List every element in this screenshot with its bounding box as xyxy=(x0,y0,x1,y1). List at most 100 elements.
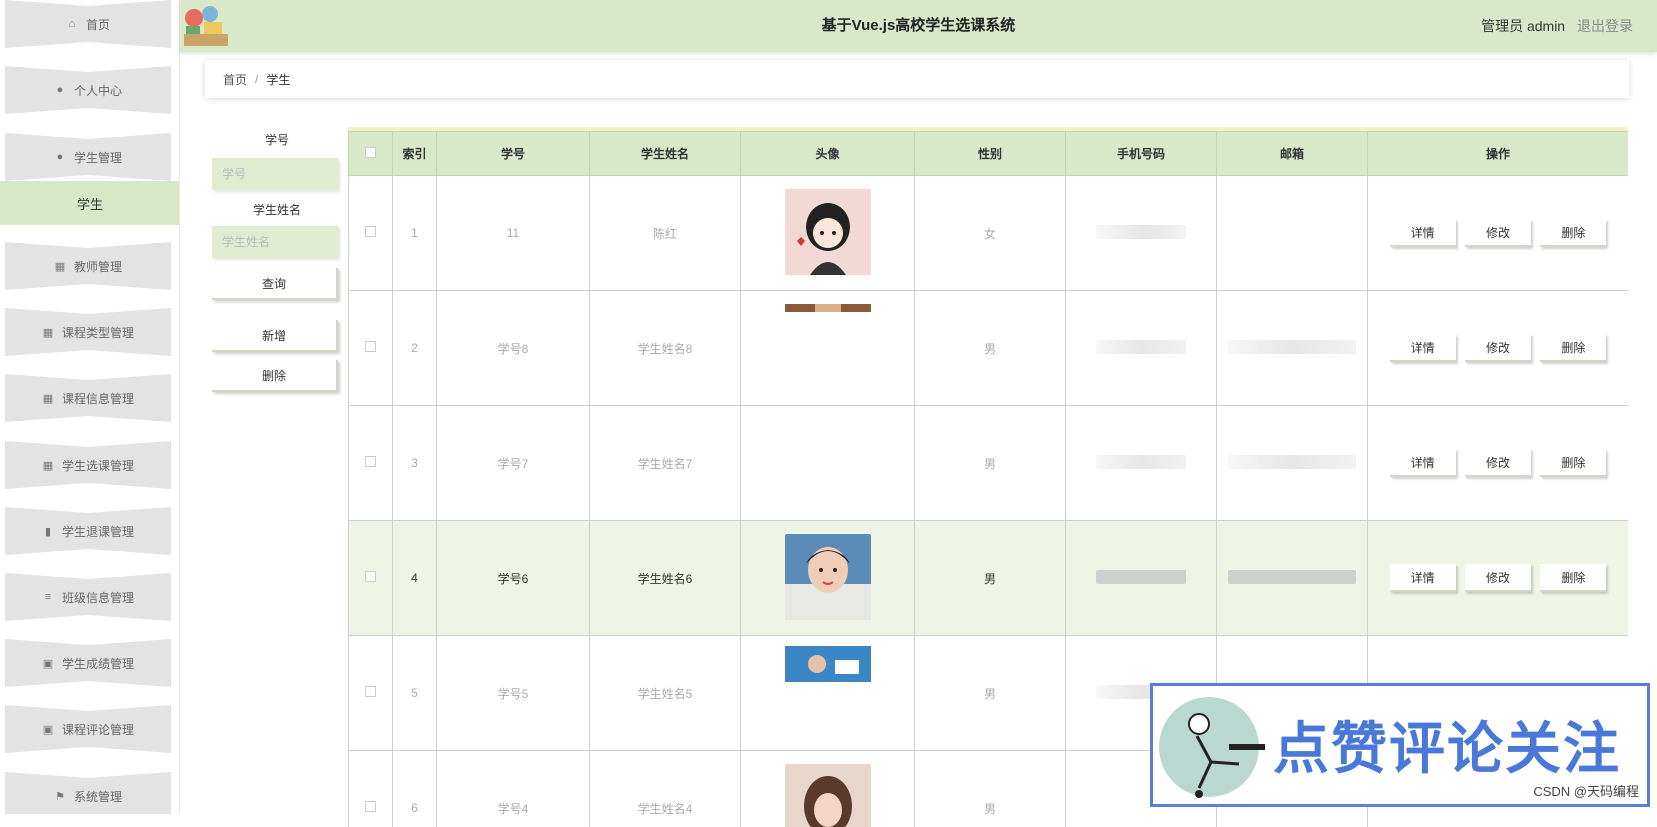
sidebar-item-home[interactable]: ⌂ 首页 xyxy=(5,0,171,48)
actions-cell: 详情 修改 删除 xyxy=(1368,521,1629,636)
avatar-cell xyxy=(741,751,915,827)
row-select-cell[interactable] xyxy=(349,406,393,521)
sidebar-item-label: 教师管理 xyxy=(74,258,122,275)
person-at-desk-icon xyxy=(1159,692,1269,802)
sidebar-item-course-type[interactable]: ▦ 课程类型管理 xyxy=(5,308,171,356)
actions-cell: 详情 修改 删除 xyxy=(1368,176,1629,291)
sidebar-item-course-selection[interactable]: ▦ 学生选课管理 xyxy=(5,441,171,489)
grid-icon: ▦ xyxy=(54,260,66,272)
row-checkbox[interactable] xyxy=(365,341,376,352)
avatar xyxy=(785,189,871,275)
student-name-label: 学生姓名 xyxy=(212,200,342,220)
row-checkbox[interactable] xyxy=(365,456,376,467)
sidebar-item-teacher-management[interactable]: ▦ 教师管理 xyxy=(5,242,171,290)
avatar xyxy=(785,764,871,827)
breadcrumb: 首页 / 学生 xyxy=(205,60,1629,98)
row-select-cell[interactable] xyxy=(349,521,393,636)
sidebar-item-system[interactable]: ⚑ 系统管理 xyxy=(5,772,171,814)
breadcrumb-home[interactable]: 首页 xyxy=(223,71,247,88)
detail-button[interactable]: 详情 xyxy=(1390,564,1456,592)
delete-row-button[interactable]: 删除 xyxy=(1540,449,1606,477)
delete-row-button[interactable]: 删除 xyxy=(1540,334,1606,362)
delete-row-button[interactable]: 删除 xyxy=(1540,564,1606,592)
query-button[interactable]: 查询 xyxy=(212,268,338,300)
phone-cell xyxy=(1066,521,1217,636)
edit-button[interactable]: 修改 xyxy=(1465,564,1531,592)
student-id-input[interactable]: 学号 xyxy=(212,158,338,190)
index-cell: 1 xyxy=(393,176,437,291)
row-select-cell[interactable] xyxy=(349,291,393,406)
select-all-checkbox[interactable] xyxy=(365,147,376,158)
home-icon: ⌂ xyxy=(66,18,78,30)
sidebar-item-label: 课程评论管理 xyxy=(62,721,134,738)
sidebar-subitem-student[interactable]: 学生 xyxy=(0,181,180,225)
sidebar-subitem-label: 学生 xyxy=(77,194,103,213)
edit-button[interactable]: 修改 xyxy=(1465,334,1531,362)
select-all-cell[interactable] xyxy=(349,132,393,176)
sidebar-item-label: 系统管理 xyxy=(74,788,122,805)
sidebar-item-course-info[interactable]: ▦ 课程信息管理 xyxy=(5,374,171,422)
row-checkbox[interactable] xyxy=(365,686,376,697)
blurred-phone xyxy=(1096,570,1186,584)
sidebar-item-label: 学生退课管理 xyxy=(62,523,134,540)
student-name-cell: 学生姓名5 xyxy=(590,636,741,751)
user-name: 管理员 admin xyxy=(1481,18,1565,34)
blurred-email xyxy=(1228,570,1356,584)
student-id-cell: 学号6 xyxy=(437,521,590,636)
add-button[interactable]: 新增 xyxy=(212,320,338,352)
delete-row-button[interactable]: 删除 xyxy=(1540,219,1606,247)
user-icon: ● xyxy=(54,84,66,96)
phone-cell xyxy=(1066,406,1217,521)
column-header: 索引 xyxy=(393,132,437,176)
row-select-cell[interactable] xyxy=(349,751,393,827)
student-id-cell: 学号4 xyxy=(437,751,590,827)
detail-button[interactable]: 详情 xyxy=(1390,449,1456,477)
edit-button[interactable]: 修改 xyxy=(1465,449,1531,477)
promo-text: 点赞评论关注 xyxy=(1273,704,1621,785)
row-checkbox[interactable] xyxy=(365,571,376,582)
sidebar-item-comments[interactable]: ▣ 课程评论管理 xyxy=(5,705,171,753)
index-cell: 5 xyxy=(393,636,437,751)
email-cell xyxy=(1217,521,1368,636)
sidebar-item-profile[interactable]: ● 个人中心 xyxy=(5,66,171,114)
phone-cell xyxy=(1066,291,1217,406)
table-row: 2 学号8 学生姓名8 男 详情 修改 删除 xyxy=(349,291,1629,406)
sidebar-item-grades[interactable]: ▣ 学生成绩管理 xyxy=(5,639,171,687)
student-name-cell: 学生姓名6 xyxy=(590,521,741,636)
sidebar-item-student-management[interactable]: ● 学生管理 xyxy=(5,133,171,181)
actions-cell: 详情 修改 删除 xyxy=(1368,406,1629,521)
row-checkbox[interactable] xyxy=(365,226,376,237)
grid-icon: ▦ xyxy=(42,459,54,471)
gender-cell: 男 xyxy=(915,636,1066,751)
row-select-cell[interactable] xyxy=(349,176,393,291)
avatar xyxy=(785,646,871,682)
phone-cell xyxy=(1066,176,1217,291)
actions-cell: 详情 修改 删除 xyxy=(1368,291,1629,406)
avatar xyxy=(785,304,871,312)
email-cell xyxy=(1217,176,1368,291)
detail-button[interactable]: 详情 xyxy=(1390,219,1456,247)
avatar-cell xyxy=(741,521,915,636)
blurred-phone xyxy=(1096,225,1186,239)
student-name-cell: 学生姓名4 xyxy=(590,751,741,827)
edit-button[interactable]: 修改 xyxy=(1465,219,1531,247)
row-checkbox[interactable] xyxy=(365,801,376,812)
sidebar-item-course-drop[interactable]: ▮ 学生退课管理 xyxy=(5,507,171,555)
avatar-cell xyxy=(741,176,915,291)
flag-icon: ⚑ xyxy=(54,790,66,802)
blurred-phone xyxy=(1096,340,1186,354)
sidebar-item-class-info[interactable]: ≡ 班级信息管理 xyxy=(5,573,171,621)
detail-button[interactable]: 详情 xyxy=(1390,334,1456,362)
column-header: 邮箱 xyxy=(1217,132,1368,176)
page-title: 基于Vue.js高校学生选课系统 xyxy=(180,0,1657,52)
grid-icon: ▦ xyxy=(42,326,54,338)
student-name-input[interactable]: 学生姓名 xyxy=(212,226,338,258)
gender-cell: 男 xyxy=(915,521,1066,636)
bar-chart-icon: ▮ xyxy=(42,525,54,537)
sidebar-item-label: 首页 xyxy=(86,16,110,33)
delete-button[interactable]: 删除 xyxy=(212,360,338,392)
row-select-cell[interactable] xyxy=(349,636,393,751)
sidebar-item-label: 个人中心 xyxy=(74,82,122,99)
logout-link[interactable]: 退出登录 xyxy=(1577,18,1633,34)
sidebar: ⌂ 首页 ● 个人中心 ● 学生管理 学生 ▦ 教师管理 ▦ 课程类型管理 ▦ … xyxy=(0,0,180,814)
